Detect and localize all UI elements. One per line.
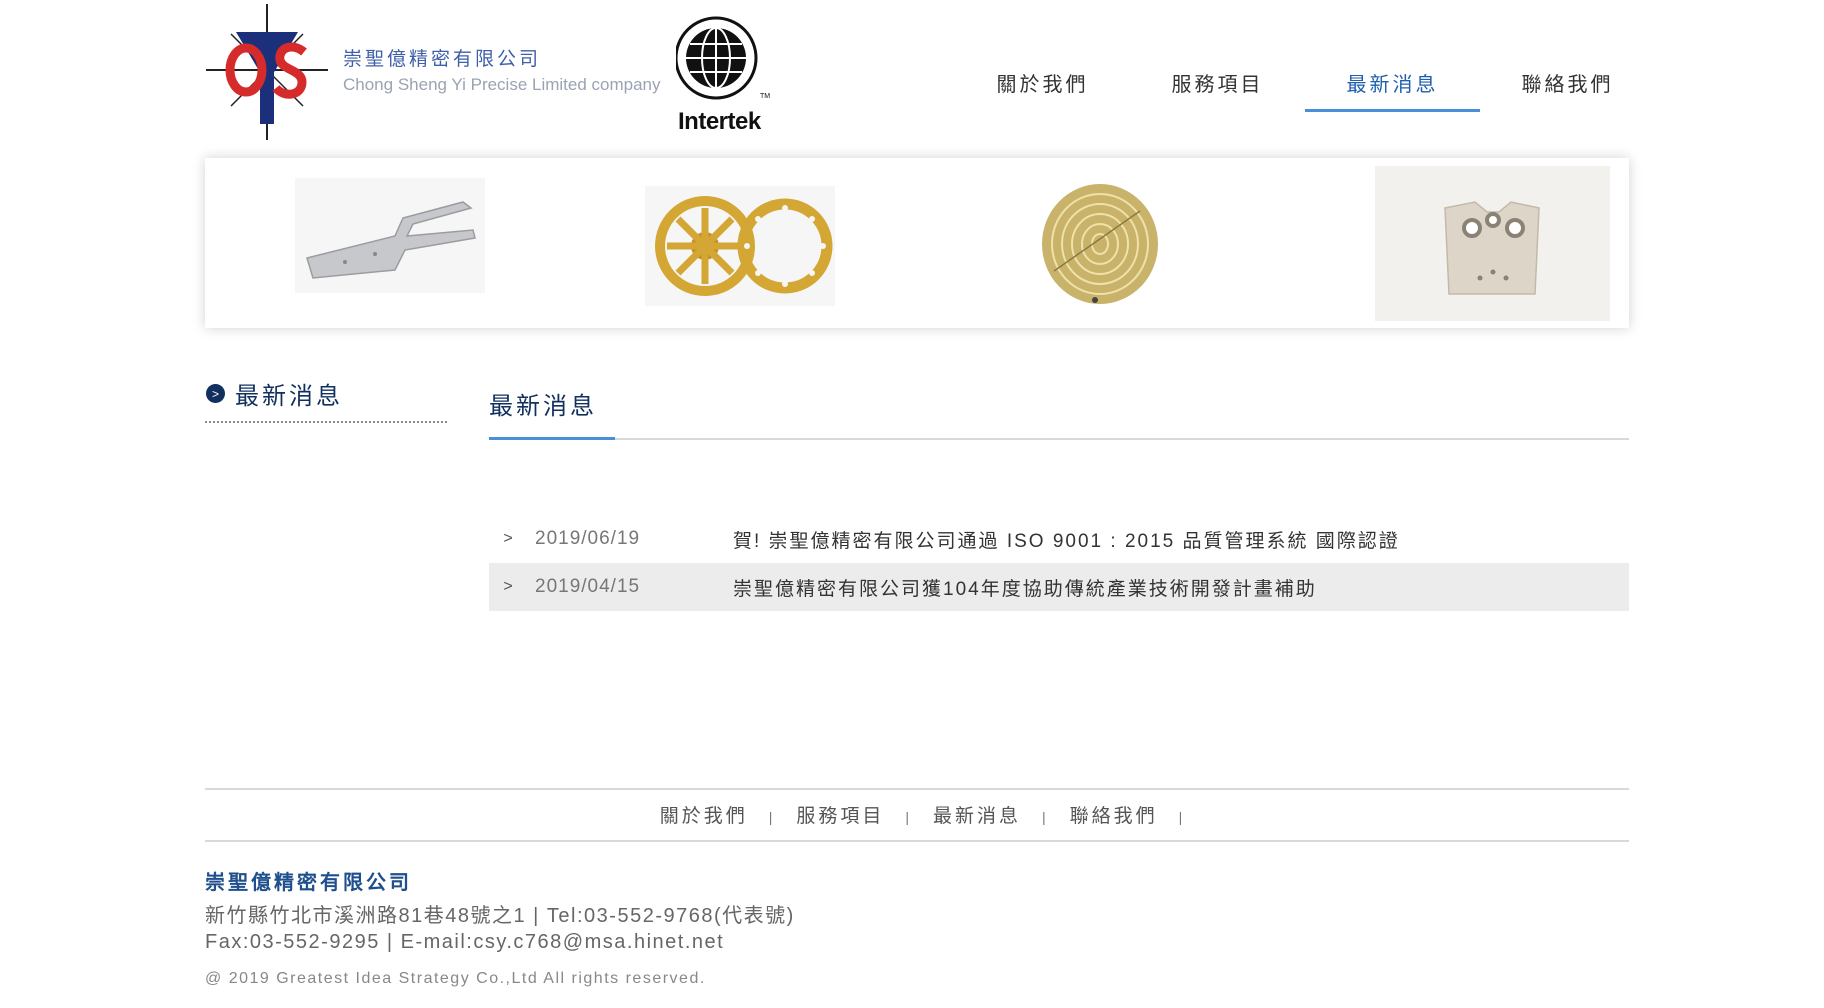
brand-name-english: Chong Sheng Yi Precise Limited company [343, 75, 661, 94]
site-header: 崇聖億精密有限公司 Chong Sheng Yi Precise Limited… [0, 0, 1824, 150]
footer-separator: | [768, 808, 776, 825]
footer-separator: | [905, 808, 912, 825]
gold-wheel-icon [645, 186, 835, 306]
footer-link-about[interactable]: 關於我們 [660, 801, 748, 828]
news-title[interactable]: 賀! 崇聖億精密有限公司通過 ISO 9001 : 2015 品質管理系統 國際… [733, 526, 1400, 553]
gold-disc-icon [1042, 184, 1158, 304]
footer-link-news[interactable]: 最新消息 [933, 801, 1021, 828]
sidebar-divider [205, 421, 447, 423]
nav-item-contact[interactable]: 聯絡我們 [1480, 58, 1655, 110]
sidebar-title[interactable]: > 最新消息 [206, 376, 343, 411]
nav-item-news[interactable]: 最新消息 [1305, 58, 1480, 112]
metal-bracket-icon [295, 178, 485, 293]
news-date: 2019/06/19 [535, 528, 641, 549]
footer-contact: Fax:03-552-9295 | E-mail:csy.c768@msa.hi… [205, 931, 725, 953]
brand-name-chinese: 崇聖億精密有限公司 [343, 49, 542, 70]
news-title[interactable]: 崇聖億精密有限公司獲104年度協助傳統產業技術開發計畫補助 [733, 574, 1317, 601]
nav-item-services[interactable]: 服務項目 [1130, 58, 1305, 110]
footer-separator: | [1042, 808, 1049, 825]
footer-company-name: 崇聖億精密有限公司 [205, 872, 412, 894]
sidebar-title-text: 最新消息 [235, 383, 343, 410]
title-divider [489, 438, 1629, 440]
title-divider-accent [489, 437, 615, 440]
main-navigation: 關於我們 服務項目 最新消息 聯絡我們 [955, 58, 1655, 112]
svg-text:TM: TM [760, 93, 770, 100]
ceramic-block-icon [1375, 166, 1610, 321]
footer-separator: | [1178, 808, 1186, 825]
news-list: > 2019/06/19 賀! 崇聖億精密有限公司通過 ISO 9001 : 2… [489, 515, 1629, 611]
chevron-right-icon: > [503, 578, 513, 595]
footer-address: 新竹縣竹北市溪洲路81巷48號之1 | Tel:03-552-9768(代表號) [205, 905, 795, 927]
page-title: 最新消息 [489, 393, 597, 420]
product-banner [205, 158, 1629, 328]
footer-link-services[interactable]: 服務項目 [796, 801, 884, 828]
footer-link-contact[interactable]: 聯絡我們 [1070, 801, 1158, 828]
footer-divider-top [205, 788, 1629, 790]
news-item[interactable]: > 2019/06/19 賀! 崇聖億精密有限公司通過 ISO 9001 : 2… [489, 515, 1629, 563]
news-item[interactable]: > 2019/04/15 崇聖億精密有限公司獲104年度協助傳統產業技術開發計畫… [489, 563, 1629, 611]
nav-item-about[interactable]: 關於我們 [955, 58, 1130, 110]
footer-copyright: @ 2019 Greatest Idea Strategy Co.,Ltd Al… [205, 970, 706, 987]
footer-navigation: 關於我們 | 服務項目 | 最新消息 | 聯絡我們 | [0, 801, 1824, 828]
intertek-label: Intertek [678, 108, 761, 135]
chevron-right-circle-icon: > [206, 384, 225, 403]
company-logo[interactable] [206, 4, 328, 140]
chevron-right-icon: > [503, 530, 513, 547]
footer-divider-bottom [205, 840, 1629, 842]
news-date: 2019/04/15 [535, 576, 641, 597]
